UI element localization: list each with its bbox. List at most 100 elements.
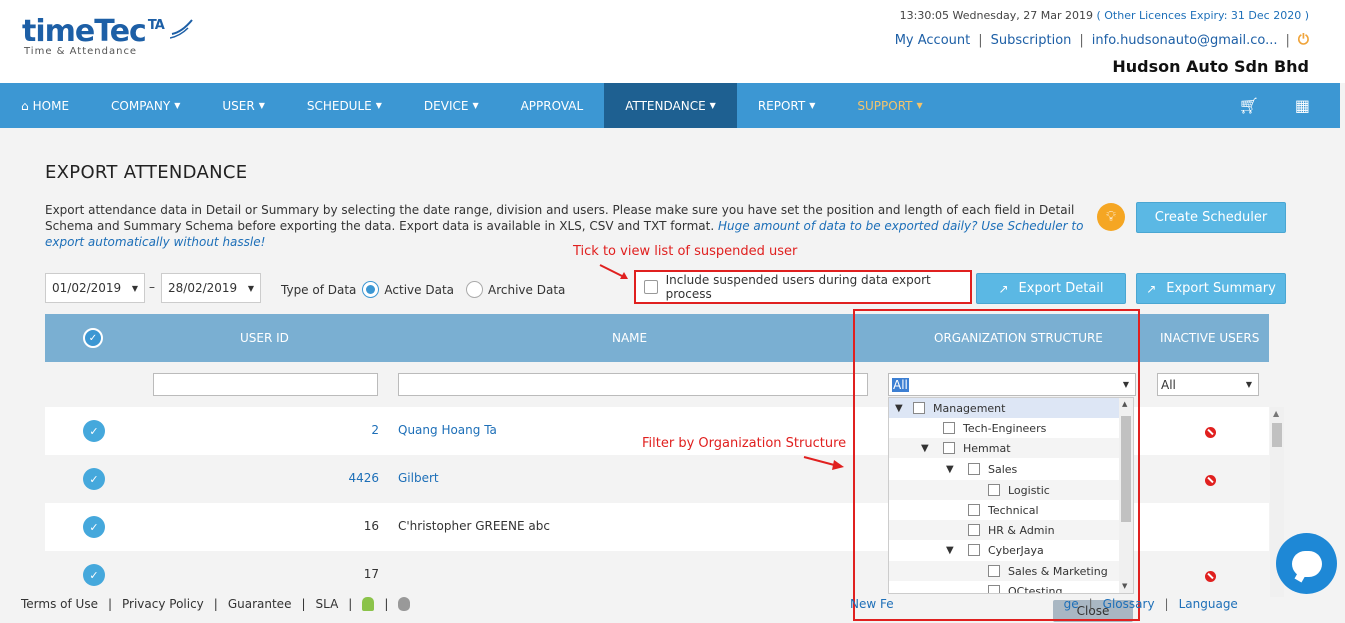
type-of-data: Type of Data Active Data Archive Data	[281, 281, 565, 298]
caret-down-icon: ▼	[809, 101, 816, 110]
active-data-label: Active Data	[384, 282, 455, 297]
guarantee-link[interactable]: Guarantee	[228, 597, 292, 611]
user-id-cell[interactable]: 2	[371, 423, 379, 437]
sla-link[interactable]: SLA	[316, 597, 339, 611]
caret-down-icon: ▼	[131, 283, 138, 293]
datetime-display: 13:30:05 Wednesday, 27 Mar 2019 ( Other …	[900, 9, 1309, 22]
caret-down-icon: ▼	[258, 101, 265, 110]
export-icon: ↗	[998, 281, 1009, 296]
date-from-select[interactable]: 01/02/2019 ▼	[45, 273, 145, 303]
type-of-data-label: Type of Data	[281, 282, 357, 297]
caret-down-icon: ▼	[472, 101, 479, 110]
annotation-arrow-icon	[803, 456, 844, 470]
timetec-logo[interactable]: timeTec TA Time & Attendance	[22, 14, 193, 57]
lightbulb-icon: 💡︎	[1097, 203, 1125, 231]
user-name-cell[interactable]: Quang Hoang Ta	[398, 423, 497, 437]
date-to-select[interactable]: 28/02/2019 ▼	[161, 273, 261, 303]
user-id-cell: 17	[363, 567, 379, 581]
user-id-filter-input[interactable]	[153, 373, 378, 396]
nav-report[interactable]: REPORT ▼	[737, 83, 837, 128]
chat-bubble-icon	[1291, 550, 1322, 577]
nav-company[interactable]: COMPANY ▼	[90, 83, 201, 128]
inactive-status-icon	[1205, 475, 1216, 486]
power-icon[interactable]: ⏻	[1298, 32, 1309, 48]
caret-down-icon: ▼	[247, 283, 254, 293]
suspended-annotation: Tick to view list of suspended user	[573, 244, 798, 259]
archive-data-label: Archive Data	[488, 282, 566, 297]
partial-link[interactable]: ge	[1064, 597, 1079, 611]
logo-text: timeTec	[22, 14, 147, 49]
name-filter-input[interactable]	[398, 373, 868, 396]
licence-expiry: ( Other Licences Expiry: 31 Dec 2020 )	[1096, 9, 1309, 22]
privacy-policy-link[interactable]: Privacy Policy	[122, 597, 204, 611]
glossary-link[interactable]: Glossary	[1103, 597, 1155, 611]
scroll-up-icon[interactable]: ▲	[1273, 409, 1279, 418]
org-highlight-box	[853, 309, 1140, 621]
select-all-checkbox[interactable]: ✓	[83, 328, 103, 348]
user-name-cell: C'hristopher GREENE abc	[398, 519, 550, 533]
account-links: My Account | Subscription | info.hudsona…	[894, 32, 1309, 48]
inactive-status-icon	[1205, 427, 1216, 438]
active-data-radio[interactable]	[362, 281, 380, 298]
logo-ta: TA	[147, 18, 165, 33]
nav-approval[interactable]: APPROVAL	[500, 83, 605, 128]
caret-down-icon: ▼	[916, 101, 923, 110]
nav-home[interactable]: ⌂ HOME	[0, 83, 90, 128]
page-title: EXPORT ATTENDANCE	[45, 162, 248, 183]
export-summary-button[interactable]: ↗ Export Summary	[1136, 273, 1286, 304]
page-description: Export attendance data in Detail or Summ…	[45, 202, 1090, 250]
chat-widget-button[interactable]	[1276, 533, 1337, 594]
date-from-value: 01/02/2019	[52, 281, 122, 295]
android-icon[interactable]	[362, 597, 375, 611]
user-name-cell[interactable]: Gilbert	[398, 471, 439, 485]
user-id-cell: 16	[363, 519, 379, 533]
nav-device[interactable]: DEVICE ▼	[403, 83, 500, 128]
subscription-link[interactable]: Subscription	[991, 33, 1072, 48]
row-checkbox[interactable]: ✓	[83, 516, 105, 538]
caret-down-icon: ▼	[174, 101, 181, 110]
terms-of-use-link[interactable]: Terms of Use	[21, 597, 98, 611]
date-separator: –	[149, 280, 155, 294]
email-link[interactable]: info.hudsonauto@gmail.co...	[1092, 33, 1278, 48]
inactive-users-filter-select[interactable]: All ▼	[1157, 373, 1259, 396]
include-suspended-label: Include suspended users during data expo…	[665, 273, 931, 301]
company-name: Hudson Auto Sdn Bhd	[1112, 57, 1309, 76]
row-checkbox[interactable]: ✓	[83, 468, 105, 490]
inactive-filter-value: All	[1161, 377, 1176, 392]
row-checkbox[interactable]: ✓	[83, 420, 105, 442]
nav-user[interactable]: USER ▼	[201, 83, 285, 128]
cart-icon[interactable]: 🛒︎	[1239, 96, 1259, 115]
date-to-value: 28/02/2019	[168, 281, 238, 295]
caret-down-icon: ▼	[709, 101, 716, 110]
header-inactive-users[interactable]: INACTIVE USERS	[1160, 331, 1259, 345]
language-link[interactable]: Language	[1179, 597, 1238, 611]
nav-support[interactable]: SUPPORT ▼	[836, 83, 943, 128]
export-icon: ↗	[1146, 281, 1157, 296]
org-annotation: Filter by Organization Structure	[642, 436, 847, 451]
header-user-id[interactable]: USER ID	[240, 331, 289, 345]
footer: Terms of Use | Privacy Policy | Guarantee |…	[21, 597, 1238, 611]
header-name[interactable]: NAME	[612, 331, 647, 345]
row-checkbox[interactable]: ✓	[83, 564, 105, 586]
inactive-status-icon	[1205, 571, 1216, 582]
caret-down-icon: ▼	[1245, 380, 1252, 389]
home-icon: ⌂	[21, 98, 29, 113]
include-suspended-checkbox[interactable]	[644, 280, 658, 294]
current-datetime: 13:30:05 Wednesday, 27 Mar 2019	[899, 9, 1093, 22]
export-detail-button[interactable]: ↗ Export Detail	[976, 273, 1126, 304]
nav-schedule[interactable]: SCHEDULE ▼	[286, 83, 403, 128]
new-features-link[interactable]: New Fe	[850, 597, 894, 611]
user-id-cell[interactable]: 4426	[348, 471, 379, 485]
caret-down-icon: ▼	[375, 101, 382, 110]
apps-grid-icon[interactable]: ▦	[1295, 96, 1310, 115]
archive-data-radio[interactable]	[466, 281, 484, 298]
my-account-link[interactable]: My Account	[895, 33, 971, 48]
main-nav: ⌂ HOME COMPANY ▼ USER ▼ SCHEDULE ▼ DEVICE ▼ A…	[0, 83, 1340, 128]
apple-icon[interactable]	[398, 597, 411, 611]
annotation-arrow-icon	[599, 264, 628, 279]
create-scheduler-button[interactable]: Create Scheduler	[1136, 202, 1286, 233]
top-header: timeTec TA Time & Attendance 13:30:05 Wed…	[0, 0, 1345, 83]
scroll-thumb[interactable]	[1272, 423, 1282, 447]
plane-swoosh-icon	[170, 19, 193, 39]
nav-attendance[interactable]: ATTENDANCE ▼	[604, 83, 737, 128]
